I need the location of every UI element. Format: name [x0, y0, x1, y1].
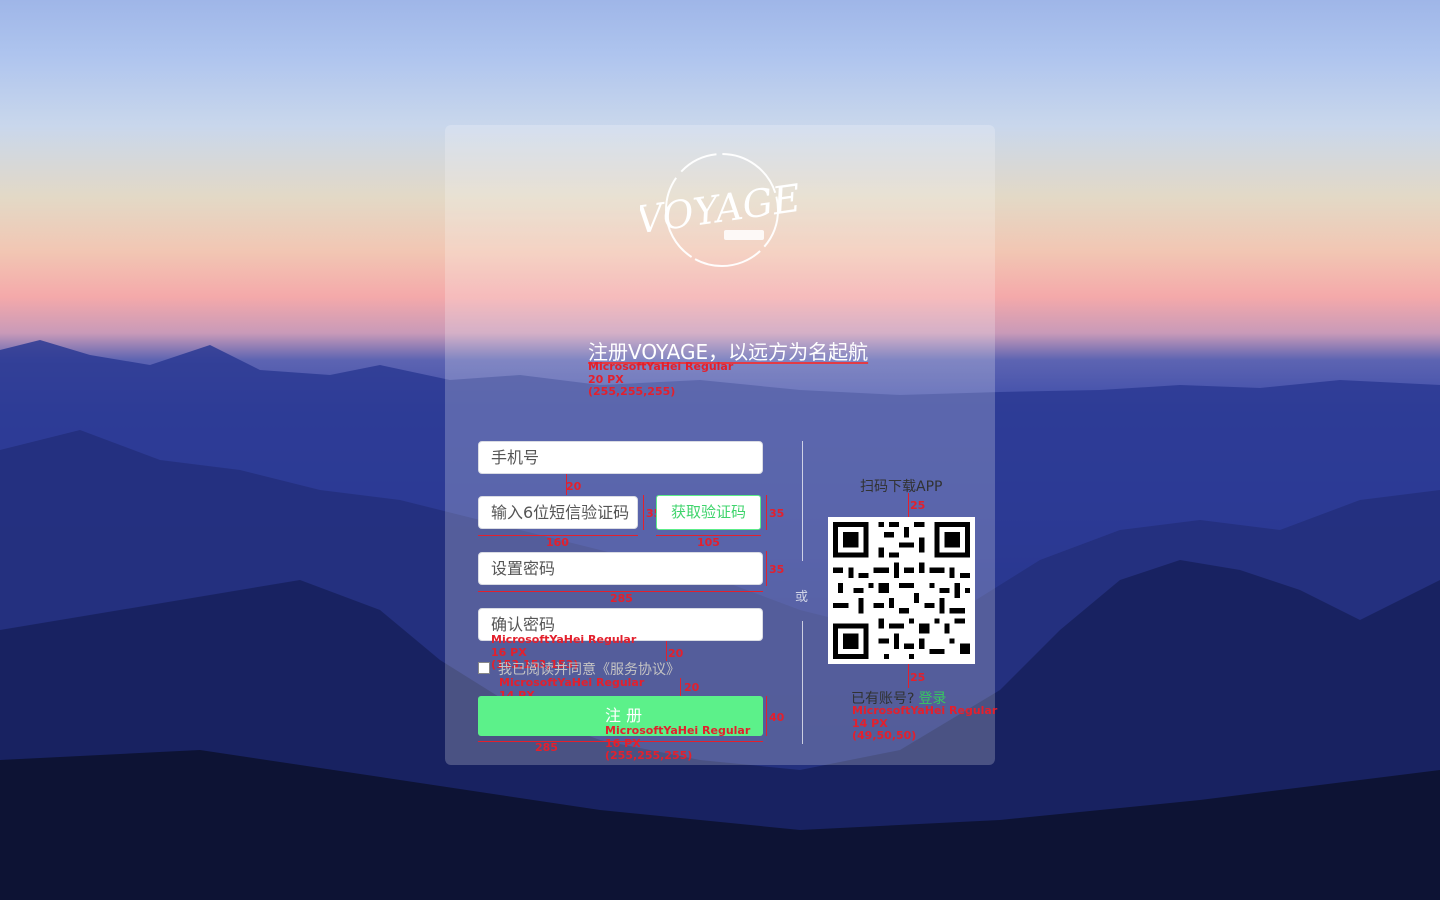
gap-marker-line: [666, 641, 667, 661]
height-marker-line: [643, 495, 644, 530]
divider-top: [802, 441, 803, 561]
password-width-annotation: 285: [610, 592, 633, 605]
gap-marker-line: [908, 664, 909, 688]
code-button-height-annotation: 35: [769, 507, 785, 520]
height-marker-line: [766, 551, 767, 586]
gap-marker-line: [908, 493, 909, 517]
button-font-annotation: MicrosoftYaHei Regular 16 PX (255,255,25…: [605, 724, 751, 762]
code-button-width-annotation: 105: [697, 536, 720, 549]
divider-bottom: [802, 621, 803, 744]
button-height-annotation: 40: [769, 711, 785, 724]
get-code-button[interactable]: 获取验证码: [656, 495, 761, 530]
qr-code: [828, 517, 975, 664]
phone-input[interactable]: 手机号: [478, 441, 763, 474]
agreement-gap-annotation: 20: [684, 681, 700, 694]
width-marker-line: [478, 741, 763, 742]
sms-code-input[interactable]: 输入6位短信验证码: [478, 496, 638, 529]
or-separator: 或: [795, 590, 809, 605]
gap-annotation: 20: [566, 480, 582, 493]
password-input[interactable]: 设置密码: [478, 552, 763, 585]
logo-wordmark: VOYAGE: [640, 176, 800, 243]
scan-download-label: 扫码下载APP: [860, 479, 943, 495]
height-marker-line: [766, 495, 767, 530]
account-font-annotation: MicrosoftYaHei Regular 14 PX (49,50,50): [852, 704, 998, 742]
qr-bottom-gap-annotation: 25: [910, 671, 926, 684]
gap-marker-line: [680, 678, 681, 696]
code-input-width-annotation: 160: [546, 536, 569, 549]
password-height-annotation: 35: [769, 563, 785, 576]
qr-top-gap-annotation: 25: [910, 499, 926, 512]
voyage-logo: VOYAGE: [640, 153, 800, 267]
height-marker-line: [766, 696, 767, 736]
headline-annotation: MicrosoftYaHei Regular 20 PX (255,255,25…: [588, 360, 734, 398]
button-width-annotation: 285: [535, 741, 558, 754]
agreement-checkbox[interactable]: [478, 662, 490, 674]
